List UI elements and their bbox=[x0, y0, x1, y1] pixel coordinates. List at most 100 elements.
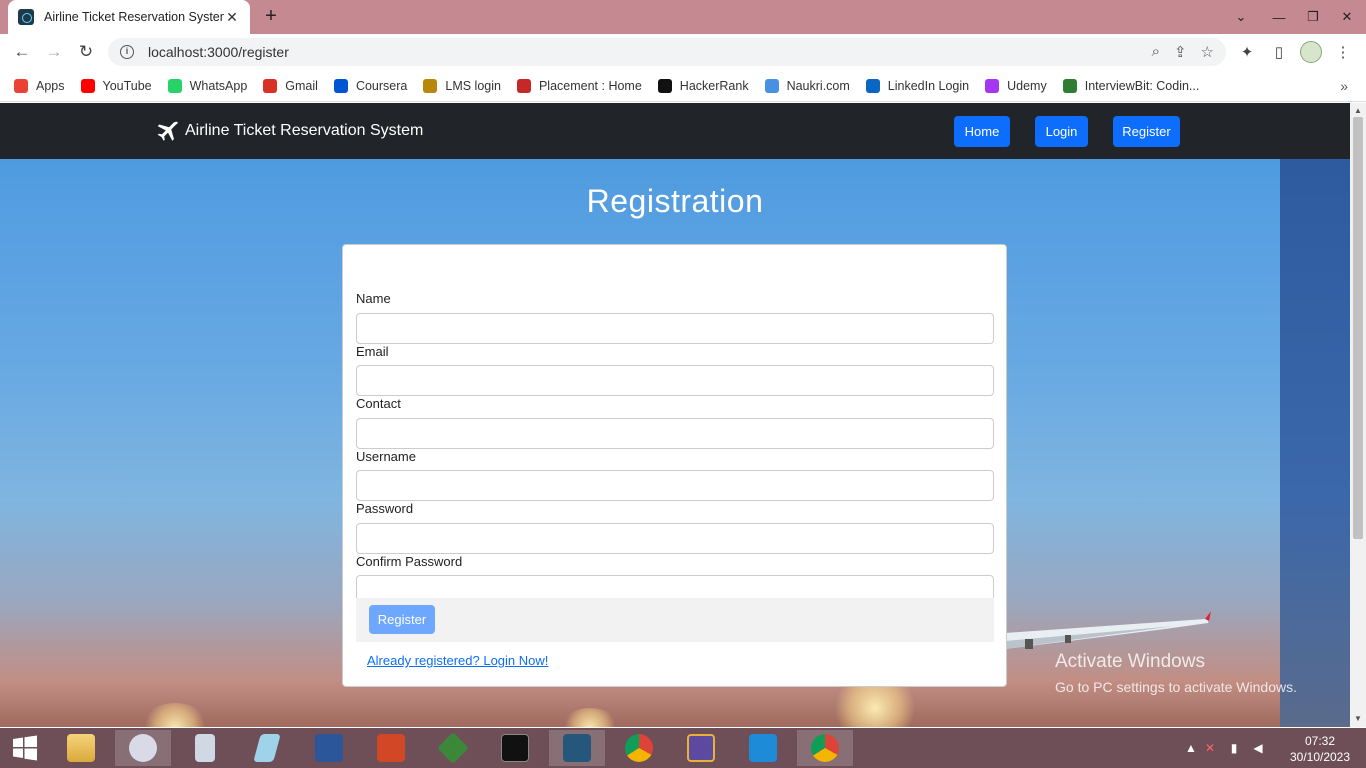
restore-icon[interactable]: ❐ bbox=[1296, 9, 1330, 25]
bookmark-item[interactable]: Apps bbox=[14, 78, 65, 93]
scroll-thumb[interactable] bbox=[1353, 117, 1363, 539]
bookmark-favicon-icon bbox=[985, 78, 1000, 93]
url-text[interactable]: localhost:3000/register bbox=[148, 44, 289, 60]
more-bookmarks-icon[interactable]: » bbox=[1340, 78, 1348, 94]
browser-tabstrip: Airline Ticket Reservation System ✕ + ⌄ … bbox=[0, 0, 1366, 34]
bookmark-star-icon[interactable]: ☆ bbox=[1201, 43, 1214, 61]
bookmark-label: WhatsApp bbox=[189, 78, 248, 93]
volume-icon[interactable]: ◀ bbox=[1246, 741, 1270, 755]
powerpoint-app[interactable] bbox=[363, 730, 419, 766]
nodejs-app[interactable] bbox=[425, 730, 481, 766]
taskbar-clock[interactable]: 07:32 30/10/2023 bbox=[1284, 733, 1356, 765]
back-icon[interactable]: ← bbox=[10, 40, 34, 64]
username-label: Username bbox=[356, 449, 416, 464]
address-bar[interactable]: i localhost:3000/register ⌕ ⇪ ☆ bbox=[108, 38, 1226, 66]
window-controls: ⌄ — ❐ ✕ bbox=[1224, 0, 1364, 34]
scroll-up-icon[interactable]: ▲ bbox=[1354, 106, 1362, 115]
extension-area: ✦ ▯ ⋮ bbox=[1236, 41, 1354, 63]
nav-login-button[interactable]: Login bbox=[1035, 116, 1088, 147]
navbar-brand[interactable]: Airline Ticket Reservation System bbox=[155, 118, 423, 144]
password-input[interactable] bbox=[356, 523, 994, 554]
contact-input[interactable] bbox=[356, 418, 994, 449]
page-title: Registration bbox=[586, 183, 764, 219]
share-icon[interactable]: ⇪ bbox=[1174, 43, 1187, 61]
bookmark-label: HackerRank bbox=[679, 78, 749, 93]
bookmark-favicon-icon bbox=[167, 78, 182, 93]
page-scrollbar[interactable]: ▲ ▼ bbox=[1350, 103, 1366, 727]
window-close-icon[interactable]: ✕ bbox=[1330, 9, 1364, 25]
mysql-shell-app[interactable] bbox=[487, 730, 543, 766]
windows-taskbar: ▲ ✕ ▮ ◀ 07:32 30/10/2023 bbox=[0, 728, 1366, 768]
notepad-app[interactable] bbox=[239, 730, 295, 766]
nav-home-button[interactable]: Home bbox=[954, 116, 1010, 147]
watermark-subtitle: Go to PC settings to activate Windows. bbox=[1055, 679, 1297, 695]
airplane-icon bbox=[157, 121, 178, 141]
forward-icon[interactable]: → bbox=[42, 40, 66, 64]
email-input[interactable] bbox=[356, 365, 994, 396]
calculator-app[interactable] bbox=[177, 730, 233, 766]
extensions-icon[interactable]: ✦ bbox=[1236, 41, 1258, 63]
eclipse-javaee-app[interactable] bbox=[673, 730, 729, 766]
bookmark-item[interactable]: Gmail bbox=[263, 78, 318, 93]
notepad-icon bbox=[253, 734, 281, 762]
word-icon bbox=[315, 734, 343, 762]
profile-avatar[interactable] bbox=[1300, 41, 1322, 63]
close-tab-icon[interactable]: ✕ bbox=[224, 9, 240, 26]
chrome-app[interactable] bbox=[611, 730, 667, 766]
bookmark-favicon-icon bbox=[764, 78, 779, 93]
word-app[interactable] bbox=[301, 730, 357, 766]
bookmark-item[interactable]: WhatsApp bbox=[167, 78, 248, 93]
powerpoint-icon bbox=[377, 734, 405, 762]
confirm-password-label: Confirm Password bbox=[356, 554, 463, 569]
web-page: Airline Ticket Reservation System Home L… bbox=[0, 103, 1350, 727]
bookmark-label: Apps bbox=[36, 78, 65, 93]
browser-menu-icon[interactable]: ⋮ bbox=[1332, 41, 1354, 63]
bookmark-label: YouTube bbox=[102, 78, 152, 93]
file-explorer-app[interactable] bbox=[53, 730, 109, 766]
nav-register-button[interactable]: Register bbox=[1113, 116, 1180, 147]
register-submit-button[interactable]: Register bbox=[369, 605, 435, 634]
minimize-icon[interactable]: — bbox=[1262, 10, 1296, 25]
scroll-down-icon[interactable]: ▼ bbox=[1354, 714, 1362, 723]
login-now-link[interactable]: Already registered? Login Now! bbox=[367, 653, 548, 668]
name-label: Name bbox=[356, 291, 391, 306]
contact-label: Contact bbox=[356, 396, 401, 411]
form-footer: Register bbox=[356, 598, 994, 642]
bookmark-item[interactable]: Naukri.com bbox=[764, 78, 850, 93]
tab-search-icon[interactable]: ⌄ bbox=[1224, 9, 1258, 25]
bookmark-favicon-icon bbox=[516, 78, 531, 93]
new-tab-button[interactable]: + bbox=[260, 5, 282, 27]
chrome-active-app[interactable] bbox=[797, 730, 853, 766]
show-hidden-icons-icon[interactable]: ▲ bbox=[1184, 741, 1198, 755]
bookmark-item[interactable]: HackerRank bbox=[657, 78, 749, 93]
bookmark-favicon-icon bbox=[263, 78, 278, 93]
mysql-workbench-app[interactable] bbox=[549, 730, 605, 766]
reload-icon[interactable]: ↻ bbox=[74, 40, 98, 64]
snipping-tool-app[interactable] bbox=[115, 730, 171, 766]
network-icon[interactable]: ✕ bbox=[1198, 741, 1222, 755]
bookmark-item[interactable]: Placement : Home bbox=[516, 78, 642, 93]
registration-card: Name Email Contact Username Password Con… bbox=[342, 244, 1007, 687]
bookmark-favicon-icon bbox=[333, 78, 348, 93]
bookmark-item[interactable]: LMS login bbox=[423, 78, 501, 93]
zoom-icon[interactable]: ⌕ bbox=[1152, 43, 1160, 61]
bookmark-favicon-icon bbox=[14, 78, 28, 93]
browser-toolbar: ← → ↻ i localhost:3000/register ⌕ ⇪ ☆ bbox=[0, 34, 1366, 70]
bookmark-label: Naukri.com bbox=[786, 78, 850, 93]
battery-icon[interactable]: ▮ bbox=[1222, 741, 1246, 755]
bookmark-item[interactable]: Coursera bbox=[333, 78, 407, 93]
browser-tab[interactable]: Airline Ticket Reservation System ✕ bbox=[8, 0, 250, 34]
name-input[interactable] bbox=[356, 313, 994, 344]
bookmark-item[interactable]: LinkedIn Login bbox=[865, 78, 969, 93]
terminal-icon bbox=[501, 734, 529, 762]
username-input[interactable] bbox=[356, 470, 994, 501]
bookmark-item[interactable]: YouTube bbox=[80, 78, 152, 93]
site-info-icon[interactable]: i bbox=[120, 45, 134, 59]
vscode-app[interactable] bbox=[735, 730, 791, 766]
clock-date: 30/10/2023 bbox=[1289, 750, 1351, 764]
bookmark-item[interactable]: Udemy bbox=[985, 78, 1047, 93]
bookmark-item[interactable]: InterviewBit: Codin... bbox=[1062, 78, 1199, 93]
side-panel-icon[interactable]: ▯ bbox=[1268, 41, 1290, 63]
vscode-icon bbox=[749, 734, 777, 762]
start-button[interactable] bbox=[0, 730, 50, 766]
